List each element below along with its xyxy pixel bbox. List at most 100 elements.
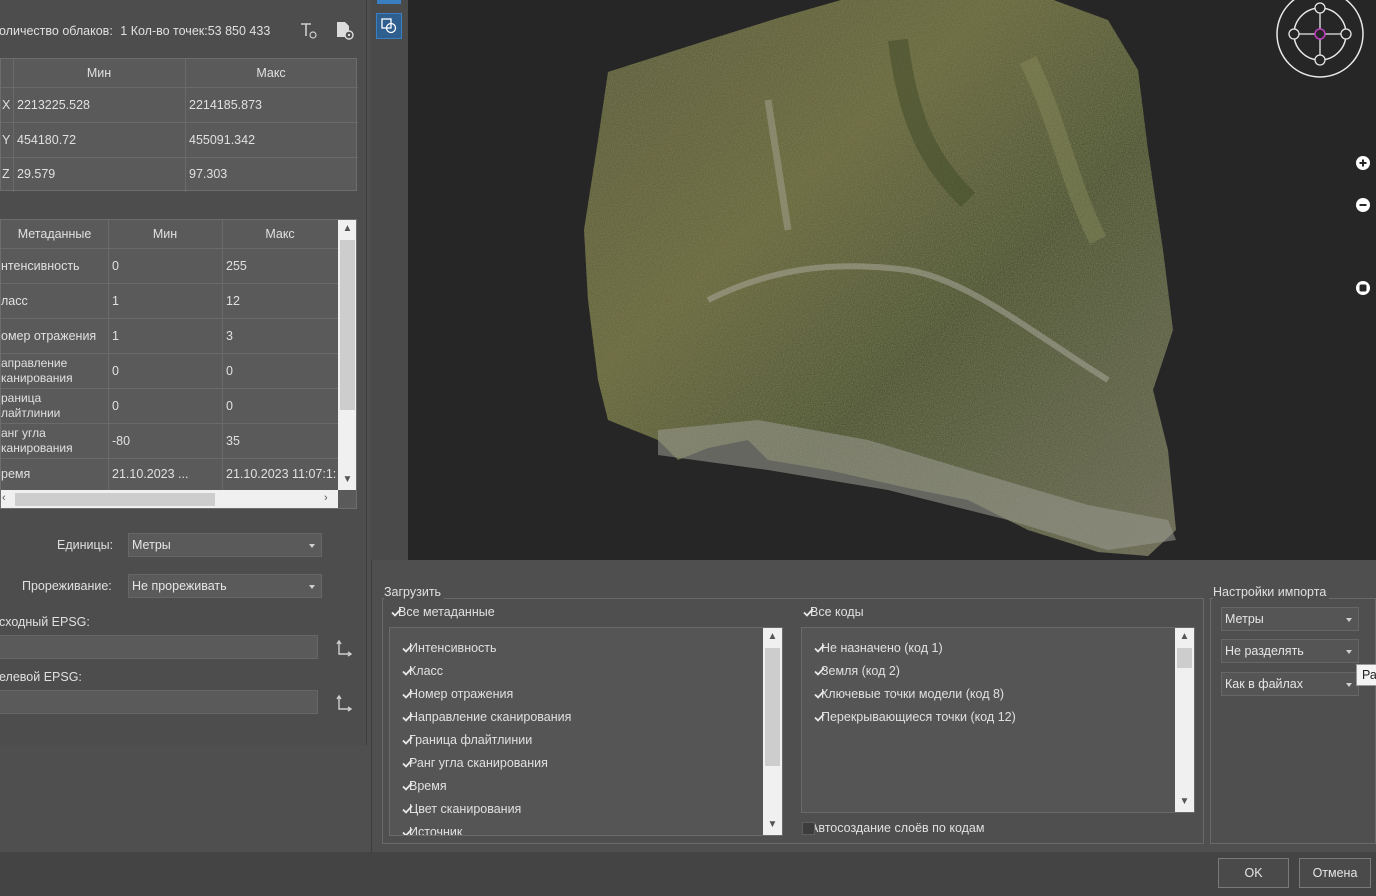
meta-header-min: Мин [152, 227, 178, 241]
table-cell-min: 21.10.2023 ... [112, 467, 189, 481]
table-cell-max: 2214185.873 [189, 97, 262, 112]
table-cell-min: 454180.72 [17, 132, 77, 147]
left-info-panel: оличество облаков: 1 Кол-во точек:53 850… [0, 0, 367, 745]
metadata-table[interactable]: Метаданные Мин Макс нтенсивность 0 255 л… [0, 219, 357, 509]
list-item[interactable]: Граница флайтлинии [401, 731, 532, 749]
scroll-thumb[interactable] [15, 493, 215, 506]
navigation-compass[interactable] [1274, 0, 1366, 82]
table-cell-max: 3 [226, 328, 233, 343]
split-mode-select[interactable]: Не разделять [1221, 639, 1359, 663]
checkmark-icon [401, 780, 414, 793]
list-item-label: Номер отражения [409, 687, 514, 701]
checkmark-icon [390, 606, 403, 619]
transform-axis-icon[interactable] [334, 693, 354, 713]
chevron-down-icon [309, 544, 315, 548]
list-item-label: Земля (код 2) [821, 664, 900, 678]
table-cell-min: 1 [112, 328, 119, 343]
scroll-down-icon[interactable]: ▼ [766, 819, 779, 832]
metadata-list[interactable]: Интенсивность Класс Номер отражения Напр… [389, 627, 783, 836]
codes-list-scrollbar[interactable]: ▲ ▼ [1175, 628, 1194, 812]
source-epsg-label: сходный EPSG: [0, 615, 90, 629]
list-item-label: Не назначено (код 1) [821, 641, 943, 655]
table-row-axis: X [2, 97, 11, 112]
table-cell-max: 0 [226, 363, 233, 378]
table-cell-name: раница лайтлинии [1, 390, 61, 420]
tool-button-partial[interactable] [377, 0, 401, 4]
table-cell-max: 0 [226, 398, 233, 413]
meta-vertical-scrollbar[interactable]: ▲ ▼ [338, 220, 356, 490]
table-cell-max: 35 [226, 433, 240, 448]
table-cell-min: -80 [112, 433, 131, 448]
select-shapes-tool-button[interactable] [376, 13, 402, 39]
list-item[interactable]: Ключевые точки модели (код 8) [813, 685, 1004, 703]
target-epsg-label: елевой EPSG: [0, 670, 82, 684]
meta-header-max: Макс [265, 227, 295, 241]
list-item[interactable]: Земля (код 2) [813, 662, 900, 680]
list-item[interactable]: Цвет сканирования [401, 800, 521, 818]
load-group-title: Загрузить [384, 585, 445, 599]
list-item[interactable]: Время [401, 777, 447, 795]
scroll-up-icon[interactable]: ▲ [341, 223, 354, 236]
checkmark-icon [401, 642, 414, 655]
codes-list[interactable]: Не назначено (код 1) Земля (код 2) Ключе… [801, 627, 1195, 813]
scroll-down-icon[interactable]: ▼ [341, 474, 354, 487]
as-files-value: Как в файлах [1225, 677, 1304, 691]
units-select-value: Метры [132, 538, 171, 552]
scroll-right-icon[interactable]: › [324, 492, 336, 506]
list-item[interactable]: Номер отражения [401, 685, 513, 703]
scroll-up-icon[interactable]: ▲ [1178, 631, 1191, 644]
checkmark-icon [401, 826, 414, 835]
cancel-button[interactable]: Отмена [1299, 858, 1371, 888]
tooltip: Ра [1356, 664, 1376, 686]
ok-button[interactable]: OK [1218, 858, 1289, 888]
list-item[interactable]: Ранг угла сканирования [401, 754, 548, 772]
all-metadata-checkbox[interactable]: Все метаданные [390, 603, 495, 621]
transform-axis-icon[interactable] [334, 638, 354, 658]
text-tool-icon[interactable] [298, 20, 318, 40]
list-item[interactable]: Класс [401, 662, 443, 680]
source-epsg-input[interactable] [0, 635, 318, 659]
document-settings-icon[interactable] [334, 20, 354, 40]
list-item[interactable]: Не назначено (код 1) [813, 639, 943, 657]
checkmark-icon [401, 711, 414, 724]
bounds-table: Мин Макс X 2213225.528 2214185.873 Y 454… [0, 58, 358, 192]
import-units-select[interactable]: Метры [1221, 607, 1359, 631]
list-item[interactable]: Интенсивность [401, 639, 497, 657]
all-codes-checkbox[interactable]: Все коды [802, 603, 864, 621]
scroll-down-icon[interactable]: ▼ [1178, 796, 1191, 809]
table-cell-max: 455091.342 [189, 132, 256, 147]
list-item[interactable]: Направление сканирования [401, 708, 571, 726]
checkmark-icon [813, 642, 826, 655]
table-cell-max: 97.303 [189, 167, 228, 181]
empty-checkbox-icon [802, 821, 815, 835]
scroll-thumb[interactable] [1177, 648, 1192, 668]
as-files-select[interactable]: Как в файлах [1221, 672, 1359, 696]
meta-horizontal-scrollbar[interactable]: ‹ › [1, 490, 338, 508]
auto-layers-checkbox[interactable]: Автосоздание слоёв по кодам [802, 819, 984, 837]
table-cell-name: омер отражения [1, 328, 97, 343]
scroll-left-icon[interactable]: ‹ [2, 492, 14, 506]
fit-view-icon[interactable] [1355, 280, 1371, 296]
scroll-thumb[interactable] [765, 648, 780, 766]
chevron-down-icon [1346, 683, 1352, 687]
table-cell-min: 0 [112, 363, 119, 378]
scroll-thumb[interactable] [340, 240, 355, 410]
thinning-select[interactable]: Не прореживать [128, 574, 322, 598]
list-item-label: Цвет сканирования [409, 802, 522, 816]
metadata-list-scrollbar[interactable]: ▲ ▼ [763, 628, 782, 835]
zoom-in-icon[interactable] [1355, 155, 1371, 171]
point-cloud-viewport[interactable] [408, 0, 1376, 560]
scroll-up-icon[interactable]: ▲ [766, 631, 779, 644]
table-cell-min: 0 [112, 398, 119, 413]
target-epsg-input[interactable] [0, 690, 318, 714]
units-select[interactable]: Метры [128, 533, 322, 557]
list-item[interactable]: Перекрывающиеся точки (код 12) [813, 708, 1016, 726]
table-cell-min: 29.579 [17, 167, 56, 181]
list-item-label: Направление сканирования [409, 710, 572, 724]
list-item[interactable]: Источник [401, 823, 462, 835]
zoom-out-icon[interactable] [1355, 197, 1371, 213]
table-row-axis: Y [2, 132, 11, 147]
dialog-button-bar [0, 852, 1376, 896]
list-item-label: Ключевые точки модели (код 8) [821, 687, 1005, 701]
list-item-label: Граница флайтлинии [409, 733, 533, 747]
